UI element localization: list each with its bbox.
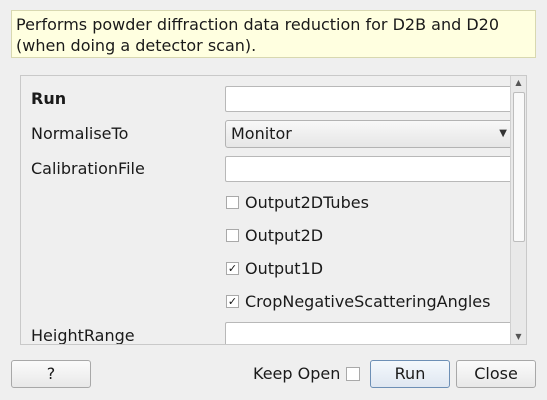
algorithm-description: Performs powder diffraction data reducti… (11, 10, 536, 58)
calibration-file-input[interactable] (225, 156, 515, 182)
checkbox-label: Output2DTubes (245, 193, 369, 212)
run-label: Run (31, 89, 67, 108)
close-button[interactable]: Close (456, 360, 536, 388)
chevron-down-icon: ▼ (499, 128, 507, 139)
normalise-to-value: Monitor (231, 124, 292, 143)
calibration-file-label: CalibrationFile (31, 159, 145, 178)
checkbox-box[interactable] (226, 196, 239, 209)
height-range-label: HeightRange (31, 326, 135, 345)
checkbox-label: CropNegativeScatteringAngles (245, 292, 491, 311)
normalise-to-select[interactable]: Monitor ▼ (225, 120, 515, 148)
checkbox-output2dtubes[interactable]: Output2DTubes (226, 192, 369, 214)
checkbox-output1d[interactable]: ✓ Output1D (226, 258, 323, 280)
keep-open-checkbox[interactable] (346, 366, 361, 381)
properties-panel: Run NormaliseTo Monitor ▼ CalibrationFil… (20, 75, 527, 345)
checkbox-label: Output1D (245, 259, 324, 278)
check-icon[interactable]: ✓ (226, 262, 239, 275)
description-line-1: Performs powder diffraction data reducti… (16, 15, 499, 34)
checkbox-crop-negative-scattering-angles[interactable]: ✓ CropNegativeScatteringAngles (226, 291, 490, 313)
description-line-2: (when doing a detector scan). (16, 36, 257, 55)
help-button[interactable]: ? (11, 360, 91, 388)
vertical-scrollbar[interactable]: ▲ ▼ (510, 76, 526, 344)
height-range-input[interactable] (225, 322, 515, 344)
scrollbar-thumb[interactable] (513, 92, 525, 242)
keep-open-label: Keep Open (253, 364, 341, 383)
run-button[interactable]: Run (370, 360, 450, 388)
check-icon[interactable]: ✓ (226, 295, 239, 308)
normalise-to-label: NormaliseTo (31, 124, 129, 143)
checkbox-box[interactable] (226, 229, 239, 242)
checkbox-output2d[interactable]: Output2D (226, 225, 323, 247)
arrow-down-icon[interactable]: ▼ (511, 330, 526, 344)
checkbox-label: Output2D (245, 226, 324, 245)
arrow-up-icon[interactable]: ▲ (511, 76, 526, 90)
run-input[interactable] (225, 86, 515, 112)
keep-open-option[interactable]: Keep Open (253, 363, 361, 385)
